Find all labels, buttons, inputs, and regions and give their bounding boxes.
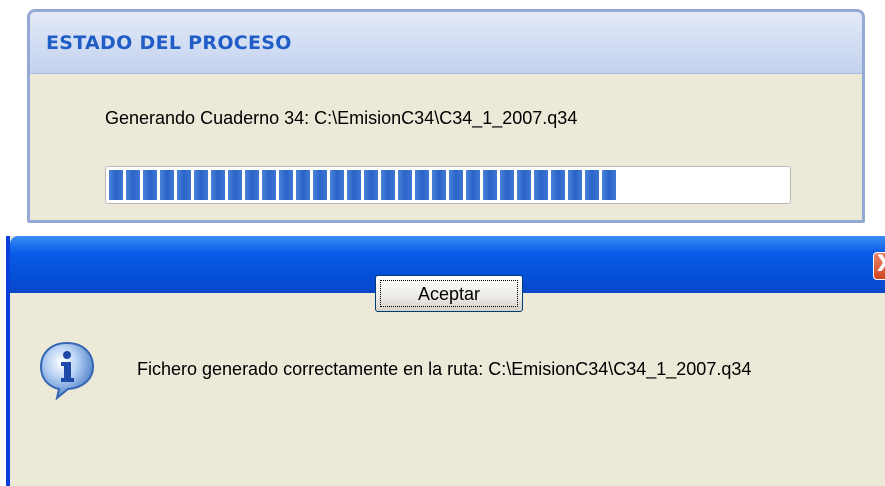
- progress-block: [313, 170, 327, 200]
- progress-block: [602, 170, 616, 200]
- progress-header: ESTADO DEL PROCESO: [30, 12, 862, 74]
- message-box: X Fichero generado correctamente en la r…: [6, 236, 885, 486]
- progress-block: [483, 170, 497, 200]
- progress-block: [585, 170, 599, 200]
- progress-window: ESTADO DEL PROCESO Generando Cuaderno 34…: [27, 9, 865, 223]
- progress-block: [568, 170, 582, 200]
- progress-block: [381, 170, 395, 200]
- progress-block: [398, 170, 412, 200]
- progress-block: [296, 170, 310, 200]
- progress-block: [126, 170, 140, 200]
- progress-block: [160, 170, 174, 200]
- progress-block: [177, 170, 191, 200]
- message-text: Fichero generado correctamente en la rut…: [137, 359, 752, 379]
- progress-block: [143, 170, 157, 200]
- progress-block: [245, 170, 259, 200]
- progress-block: [347, 170, 361, 200]
- progress-block: [330, 170, 344, 200]
- ok-button-label: Aceptar: [417, 284, 481, 304]
- progress-block: [194, 170, 208, 200]
- progress-block: [517, 170, 531, 200]
- progress-bar: [105, 166, 791, 204]
- progress-block: [109, 170, 123, 200]
- progress-block: [415, 170, 429, 200]
- progress-block: [534, 170, 548, 200]
- progress-block: [279, 170, 293, 200]
- progress-fill: [109, 170, 787, 200]
- close-button[interactable]: X: [873, 252, 885, 280]
- progress-block: [364, 170, 378, 200]
- progress-block: [432, 170, 446, 200]
- progress-title: ESTADO DEL PROCESO: [46, 32, 292, 54]
- progress-block: [449, 170, 463, 200]
- progress-block: [500, 170, 514, 200]
- progress-block: [228, 170, 242, 200]
- ok-button[interactable]: Aceptar: [375, 275, 523, 312]
- progress-block: [466, 170, 480, 200]
- progress-block: [262, 170, 276, 200]
- progress-message: Generando Cuaderno 34: C:\EmisionC34\C34…: [105, 108, 578, 128]
- progress-block: [211, 170, 225, 200]
- close-icon: X: [877, 252, 885, 277]
- info-icon: [39, 341, 95, 400]
- progress-block: [551, 170, 565, 200]
